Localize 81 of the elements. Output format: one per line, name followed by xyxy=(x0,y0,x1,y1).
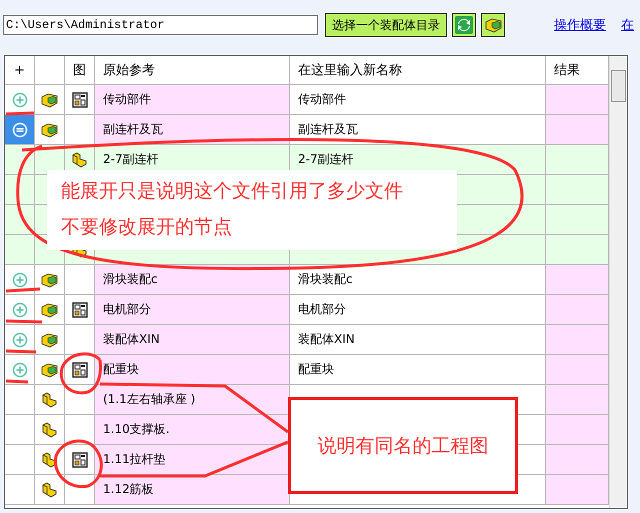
table-cell xyxy=(546,295,609,325)
table-cell[interactable] xyxy=(5,85,35,115)
table-cell xyxy=(546,355,609,385)
underline-mark xyxy=(6,112,34,116)
column-header[interactable]: 图 xyxy=(65,56,95,85)
expand-icon[interactable] xyxy=(12,362,28,378)
table-cell: 1.10支撑板. xyxy=(95,415,290,445)
underline-mark xyxy=(6,320,42,324)
table-cell: 1.11拉杆垫 xyxy=(95,445,290,475)
annotation-circle xyxy=(54,440,103,488)
cubes-icon xyxy=(41,302,58,318)
expand-icon[interactable] xyxy=(12,92,28,108)
table-cell[interactable] xyxy=(5,265,35,295)
underline-mark xyxy=(6,350,36,354)
column-header[interactable]: 原始参考 xyxy=(95,56,290,85)
column-header[interactable]: 结果 xyxy=(546,56,609,85)
link[interactable]: 在 xyxy=(621,16,634,34)
table-cell[interactable] xyxy=(5,415,35,445)
cubes-icon xyxy=(41,122,58,138)
table-cell: 电机部分 xyxy=(95,295,290,325)
drawing-icon xyxy=(72,362,88,378)
overview-link[interactable]: 操作概要 xyxy=(554,16,606,34)
block-icon xyxy=(41,482,58,498)
drawing-icon xyxy=(72,302,88,318)
table-cell xyxy=(546,235,609,265)
scrollbar-thumb[interactable] xyxy=(611,70,626,102)
drawing-icon xyxy=(72,92,88,108)
collapse-icon[interactable] xyxy=(12,122,28,138)
drawing-icon xyxy=(72,452,88,468)
table-cell[interactable] xyxy=(5,445,35,475)
table-cell xyxy=(546,265,609,295)
refresh-icon xyxy=(455,16,473,34)
table-cell[interactable] xyxy=(5,475,35,505)
annotation-text: 不要修改展开的节点 xyxy=(61,215,232,240)
cubes-icon xyxy=(41,92,58,108)
table-cell xyxy=(546,325,609,355)
path-field[interactable]: C:\Users\Administrator xyxy=(3,15,318,35)
table-cell[interactable] xyxy=(5,235,35,265)
table-cell: 1.12筋板 xyxy=(95,475,290,505)
table-cell[interactable]: 副连杆及瓦 xyxy=(290,115,546,145)
expand-icon[interactable] xyxy=(12,302,28,318)
assembly-button[interactable] xyxy=(481,13,505,37)
cubes-icon xyxy=(41,362,58,378)
select-folder-button[interactable]: 选择一个装配体目录 xyxy=(325,13,447,37)
table-cell[interactable]: 传动部件 xyxy=(290,85,546,115)
table-cell[interactable] xyxy=(5,385,35,415)
annotation-text: 说明有同名的工程图 xyxy=(318,434,488,458)
column-header[interactable]: 在这里输入新名称 xyxy=(290,56,546,85)
table-cell: 副连杆及瓦 xyxy=(95,115,290,145)
block-icon xyxy=(71,152,88,168)
underline-mark xyxy=(6,288,40,292)
cubes-icon xyxy=(484,17,502,33)
table-cell[interactable]: 配重块 xyxy=(290,355,546,385)
scrollbar[interactable] xyxy=(609,56,627,508)
table-cell xyxy=(546,115,609,145)
block-icon xyxy=(41,422,58,438)
block-icon xyxy=(41,392,58,408)
table-cell xyxy=(546,85,609,115)
table-cell: 装配体XIN xyxy=(95,325,290,355)
table-cell[interactable]: 电机部分 xyxy=(290,295,546,325)
table-cell: 配重块 xyxy=(95,355,290,385)
table-cell: 传动部件 xyxy=(95,85,290,115)
column-header[interactable]: + xyxy=(5,56,35,85)
table-cell[interactable] xyxy=(5,115,35,145)
table-cell[interactable] xyxy=(5,325,35,355)
cubes-icon xyxy=(41,272,58,288)
annotation-text: 能展开只是说明这个文件引用了多少文件 xyxy=(61,179,403,204)
table-cell[interactable] xyxy=(5,355,35,385)
table-cell[interactable] xyxy=(5,175,35,205)
column-header[interactable] xyxy=(35,56,65,85)
table-cell: 滑块装配c xyxy=(95,265,290,295)
table-cell[interactable] xyxy=(5,295,35,325)
cubes-icon xyxy=(41,332,58,348)
expand-icon[interactable] xyxy=(12,332,28,348)
expand-icon[interactable] xyxy=(12,272,28,288)
table-cell: (1.1左右轴承座 ) xyxy=(95,385,290,415)
underline-mark xyxy=(6,380,28,384)
refresh-button[interactable] xyxy=(452,13,476,37)
table-cell xyxy=(546,145,609,175)
table-cell[interactable]: 滑块装配c xyxy=(290,265,546,295)
table-cell[interactable]: 装配体XIN xyxy=(290,325,546,355)
